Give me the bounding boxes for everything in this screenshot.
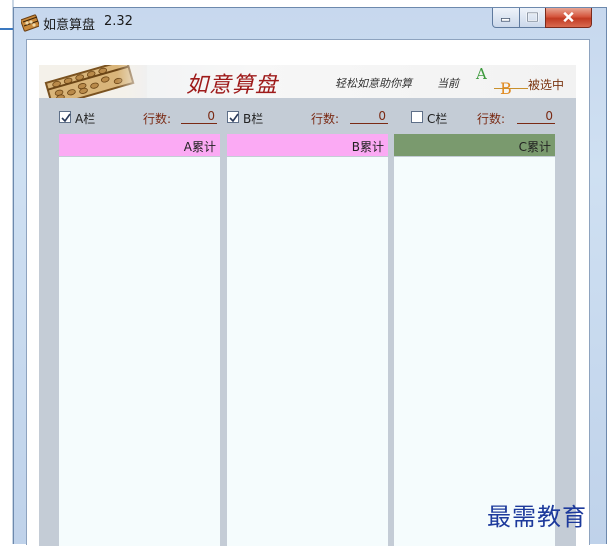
maximize-button[interactable] [519, 8, 546, 28]
watermark-text: 最需教育 [487, 503, 587, 531]
column-c-checkbox-label[interactable]: C栏 [427, 110, 447, 127]
column-c-rows-label: 行数: [477, 112, 506, 126]
column-a-panel: A累计 [59, 134, 220, 546]
column-c-total-label: C累计 [518, 140, 551, 154]
column-a-total-label: A累计 [183, 140, 216, 154]
column-a-entries[interactable] [59, 157, 220, 546]
column-b-total-label: B累计 [351, 140, 384, 154]
column-c-total-header: C累计 [394, 134, 555, 156]
client-area: 如意算盘 轻松如意助你算 当前 A B 被选中 A栏 行数: 0 B栏 行数: … [26, 39, 590, 546]
column-c-entries[interactable] [394, 157, 555, 546]
column-c-checkbox[interactable] [411, 111, 423, 123]
column-c-panel: C累计 [394, 134, 555, 546]
banner-title: 如意算盘 [186, 73, 279, 98]
minimize-icon [500, 18, 511, 22]
edge-accent-line [0, 28, 13, 30]
current-column-b: B [500, 79, 512, 98]
column-b-panel: B累计 [227, 134, 388, 546]
column-c-rows-value: 0 [517, 109, 555, 124]
app-window: 如意算盘 2.32 如意算盘 轻松如意助你算 当前 A B 被选中 A栏 行数:… [13, 7, 607, 546]
maximize-icon [526, 11, 539, 23]
banner: 如意算盘 轻松如意助你算 当前 A B 被选中 [39, 65, 576, 98]
window-version: 2.32 [104, 14, 133, 29]
banner-slogan: 轻松如意助你算 [335, 77, 412, 90]
abacus-logo [39, 65, 147, 98]
calculator-panel: 如意算盘 轻松如意助你算 当前 A B 被选中 A栏 行数: 0 B栏 行数: … [39, 65, 576, 546]
close-icon [563, 11, 574, 23]
background-edge [0, 0, 14, 544]
window-title: 如意算盘 [43, 18, 96, 33]
column-c-controls: C栏 行数: 0 [39, 108, 576, 128]
abacus-app-icon [20, 14, 40, 32]
current-column-a: A [476, 65, 487, 83]
current-label: 当前 [437, 77, 459, 90]
selected-label: 被选中 [528, 78, 565, 92]
column-b-entries[interactable] [227, 157, 388, 546]
column-a-total-header: A累计 [59, 134, 220, 156]
column-b-total-header: B累计 [227, 134, 388, 156]
close-button[interactable] [545, 8, 592, 28]
minimize-button[interactable] [492, 8, 520, 28]
title-bar[interactable]: 如意算盘 2.32 [14, 8, 606, 38]
